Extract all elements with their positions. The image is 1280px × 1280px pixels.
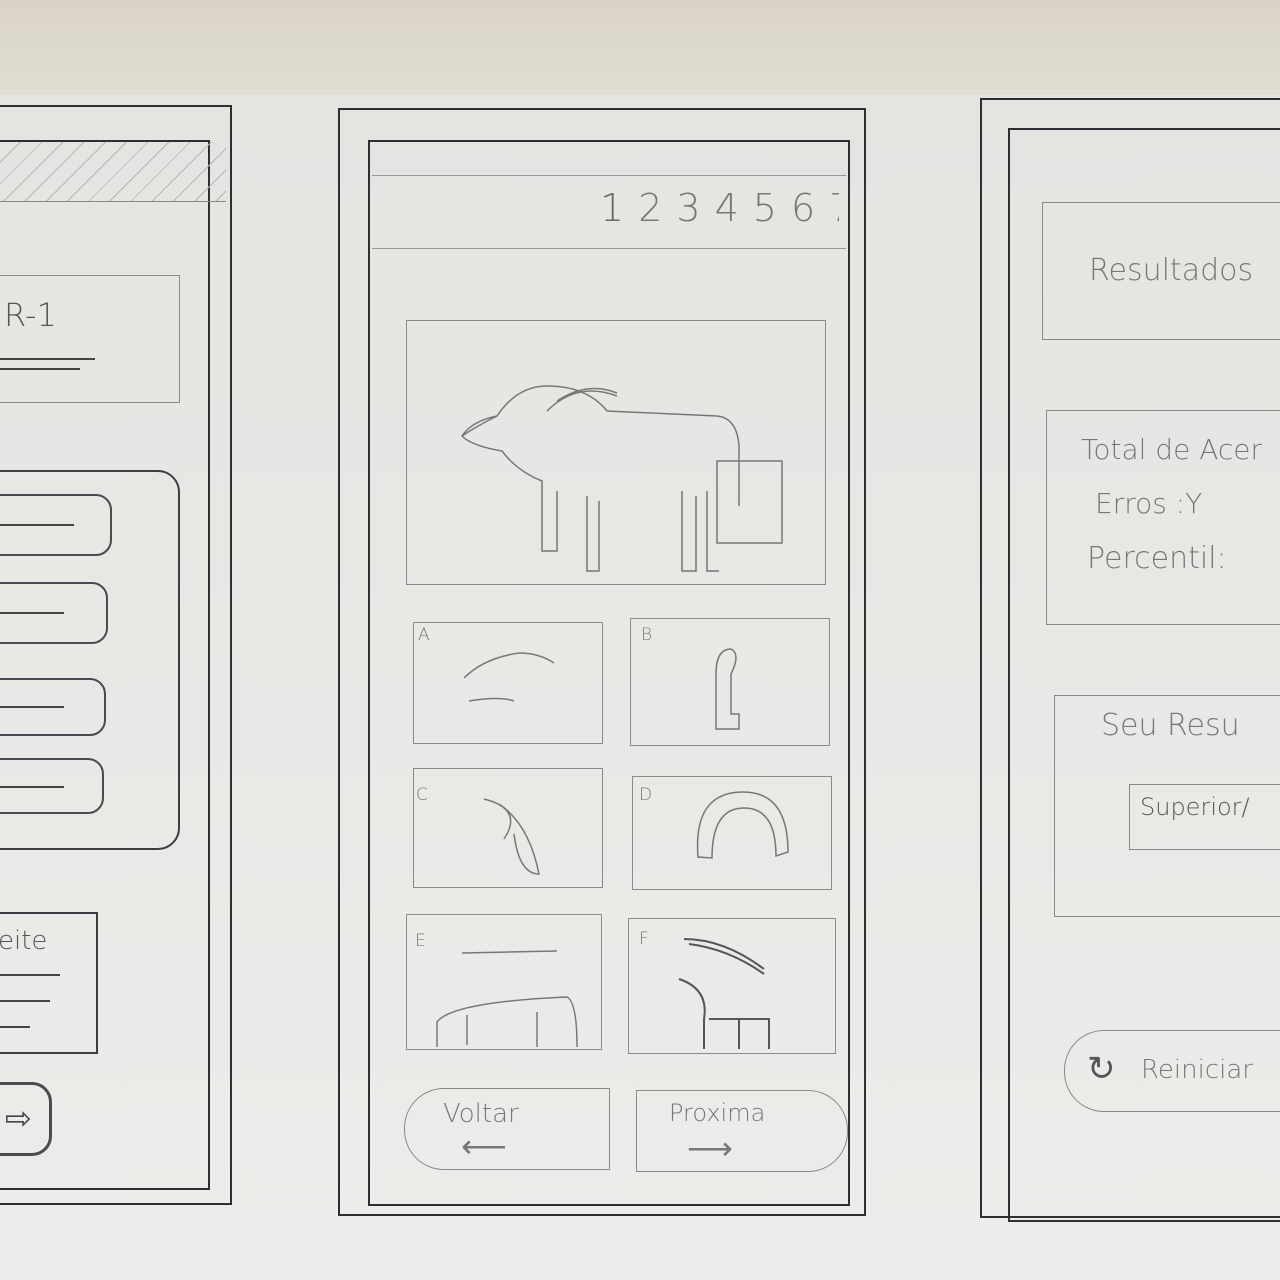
total-correct-label: Total de Acer — [1081, 433, 1262, 466]
background-wall — [0, 0, 1280, 105]
left-title: R-1 — [4, 296, 57, 334]
horse-head-sketch — [463, 652, 555, 702]
your-result-label: Seu Resu — [1101, 708, 1240, 743]
back-label: Voltar — [443, 1099, 519, 1129]
page-1[interactable]: 1 — [600, 186, 624, 230]
horse-tail-sketch — [483, 798, 540, 875]
score-box: Total de Acer Erros :Y Percentil: — [1046, 410, 1280, 625]
left-card-label: eite — [0, 926, 48, 956]
page-3[interactable]: 3 — [676, 186, 700, 230]
question-image — [406, 320, 826, 585]
option-e[interactable]: E — [406, 914, 602, 1050]
page-2[interactable]: 2 — [638, 186, 662, 230]
list-item[interactable] — [0, 494, 112, 556]
result-value-field: Superior/ — [1129, 784, 1280, 850]
pagination-bar: 1 2 3 4 5 6 7 — [372, 175, 846, 249]
percentile-label: Percentil: — [1087, 541, 1227, 576]
option-b[interactable]: B — [630, 618, 830, 746]
page-4[interactable]: 4 — [715, 186, 739, 230]
list-item[interactable] — [0, 758, 104, 814]
arrow-left-icon: ⟵ — [461, 1127, 507, 1165]
horse-body-sketch — [436, 950, 578, 1048]
arrow-right-icon: ⇨ — [5, 1099, 32, 1137]
option-a[interactable]: A — [413, 622, 603, 744]
next-button[interactable]: Proxima ⟶ — [636, 1090, 848, 1172]
restart-button[interactable]: ↻ Reiniciar — [1064, 1030, 1280, 1112]
next-label: Proxima — [669, 1099, 766, 1127]
horse-leg-sketch — [715, 648, 740, 730]
option-c[interactable]: C — [413, 768, 603, 888]
option-f[interactable]: F — [628, 918, 836, 1054]
page-7[interactable]: 7 — [829, 186, 839, 230]
restart-label: Reiniciar — [1141, 1055, 1253, 1085]
left-title-box: R-1 — [0, 275, 180, 403]
horse-drawing — [460, 385, 783, 572]
horse-neck-sketch — [678, 938, 770, 1049]
list-item[interactable] — [0, 582, 108, 644]
refresh-icon: ↻ — [1087, 1049, 1116, 1089]
horseshoe-sketch — [696, 791, 789, 859]
page-5[interactable]: 5 — [753, 186, 777, 230]
result-value: Superior/ — [1140, 793, 1250, 821]
your-result-box: Seu Resu Superior/ — [1054, 695, 1280, 917]
arrow-right-icon: ⟶ — [687, 1129, 733, 1167]
option-d[interactable]: D — [632, 776, 832, 890]
back-button[interactable]: Voltar ⟵ — [404, 1088, 610, 1170]
left-next-button[interactable]: ⇨ — [0, 1082, 52, 1156]
left-info-card[interactable]: eite — [0, 912, 98, 1054]
page-6[interactable]: 6 — [791, 186, 815, 230]
text-line — [0, 368, 80, 370]
list-item[interactable] — [0, 678, 106, 736]
results-title: Resultados — [1089, 253, 1254, 288]
errors-label: Erros :Y — [1095, 487, 1203, 520]
text-line — [0, 358, 95, 360]
results-title-box: Resultados — [1042, 202, 1280, 340]
left-header-hatch — [0, 142, 226, 202]
left-list-container — [0, 470, 180, 850]
pagination: 1 2 3 4 5 6 7 — [600, 186, 839, 230]
